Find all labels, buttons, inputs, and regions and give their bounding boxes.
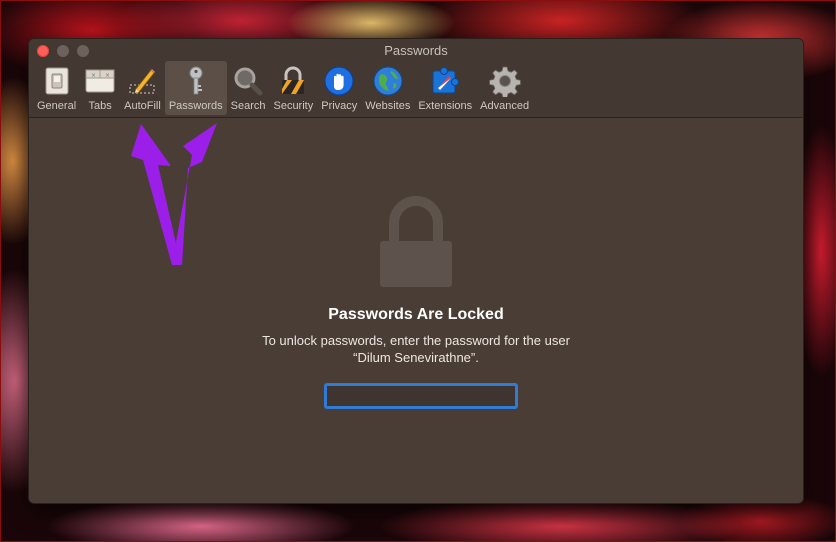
tab-security[interactable]: Security	[269, 61, 317, 115]
preferences-window: Passwords General × × Tabs AutoFill Pass…	[29, 39, 803, 503]
tab-label: Advanced	[480, 100, 530, 112]
tab-passwords[interactable]: Passwords	[164, 61, 227, 115]
locked-description: To unlock passwords, enter the password …	[262, 333, 570, 365]
svg-text:×: ×	[105, 72, 110, 79]
tab-label: Extensions	[418, 100, 473, 112]
tab-autofill[interactable]: AutoFill	[120, 61, 165, 115]
puzzle-compass-icon	[429, 65, 461, 97]
magnifier-icon	[232, 65, 264, 97]
tab-label: Passwords	[168, 100, 223, 112]
svg-text:×: ×	[91, 72, 96, 79]
preferences-toolbar: General × × Tabs AutoFill Passwords Sear…	[33, 61, 533, 115]
password-field[interactable]	[324, 383, 518, 409]
tab-label: Search	[230, 100, 266, 112]
tabs-window-icon: × ×	[84, 65, 116, 97]
tab-tabs[interactable]: × × Tabs	[80, 61, 120, 115]
padlock-hazard-icon	[277, 65, 309, 97]
tab-label: General	[37, 100, 77, 112]
locked-title: Passwords Are Locked	[328, 306, 504, 323]
globe-icon	[372, 65, 404, 97]
general-switch-icon	[41, 65, 73, 97]
tab-label: Tabs	[88, 100, 112, 112]
tab-label: AutoFill	[124, 100, 161, 112]
passwords-locked-pane: Passwords Are Locked To unlock passwords…	[29, 118, 803, 503]
title-bar: Passwords General × × Tabs AutoFill Pass…	[29, 39, 803, 118]
pencil-form-icon	[126, 65, 158, 97]
tab-privacy[interactable]: Privacy	[317, 61, 361, 115]
privacy-hand-icon	[323, 65, 355, 97]
window-title: Passwords	[384, 43, 448, 58]
tab-label: Security	[273, 100, 314, 112]
tab-advanced[interactable]: Advanced	[476, 61, 533, 115]
tab-extensions[interactable]: Extensions	[414, 61, 476, 115]
tab-label: Privacy	[321, 100, 358, 112]
tab-general[interactable]: General	[33, 61, 80, 115]
tab-search[interactable]: Search	[227, 61, 270, 115]
key-icon	[180, 65, 212, 97]
gear-icon	[488, 65, 521, 97]
large-lock-icon	[380, 196, 452, 287]
tab-websites[interactable]: Websites	[361, 61, 414, 115]
tab-label: Websites	[365, 100, 411, 112]
